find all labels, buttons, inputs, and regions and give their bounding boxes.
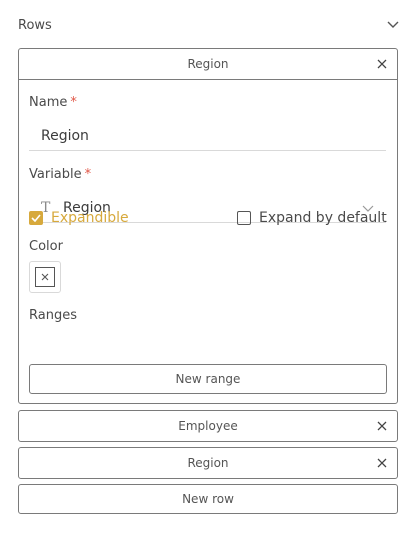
new-range-button[interactable]: New range <box>29 364 387 394</box>
name-field <box>29 121 386 151</box>
required-marker: * <box>70 95 77 110</box>
color-picker-button[interactable] <box>29 261 61 293</box>
expand-options: Expandible Expand by default <box>29 210 387 228</box>
expand-by-default-label: Expand by default <box>259 210 387 226</box>
row-header-label: Region <box>187 57 229 71</box>
variable-label-text: Variable <box>29 167 82 182</box>
required-marker: * <box>84 167 92 182</box>
checkbox-checked-icon[interactable] <box>29 211 43 225</box>
expandible-label: Expandible <box>51 210 129 226</box>
row-header[interactable]: Employee <box>19 411 397 441</box>
rows-section-header[interactable]: Rows <box>18 14 400 36</box>
expandible-checkbox[interactable]: Expandible <box>29 210 129 226</box>
close-icon[interactable] <box>375 57 389 71</box>
checkbox-unchecked-icon[interactable] <box>237 211 251 225</box>
row-card-expanded: Region Name* Variable* T Region Expandib… <box>18 48 398 404</box>
row-header[interactable]: Region <box>19 448 397 478</box>
close-icon[interactable] <box>375 456 389 470</box>
close-icon[interactable] <box>375 419 389 433</box>
row-header-label: Region <box>187 456 229 470</box>
chevron-down-icon[interactable] <box>386 18 400 32</box>
no-color-icon <box>35 267 55 287</box>
row-header[interactable]: Region <box>19 49 397 80</box>
name-field-label: Name * <box>29 95 77 110</box>
color-label: Color <box>29 239 63 254</box>
row-card-region: Region <box>18 447 398 479</box>
section-title: Rows <box>18 17 52 33</box>
ranges-label: Ranges <box>29 308 77 323</box>
row-card-employee: Employee <box>18 410 398 442</box>
name-label-text: Name <box>29 95 68 110</box>
row-header-label: Employee <box>178 419 238 433</box>
expand-by-default-checkbox[interactable]: Expand by default <box>237 210 387 226</box>
name-input[interactable] <box>29 121 386 150</box>
variable-field-label: Variable * <box>29 167 91 182</box>
new-row-button[interactable]: New row <box>18 484 398 514</box>
